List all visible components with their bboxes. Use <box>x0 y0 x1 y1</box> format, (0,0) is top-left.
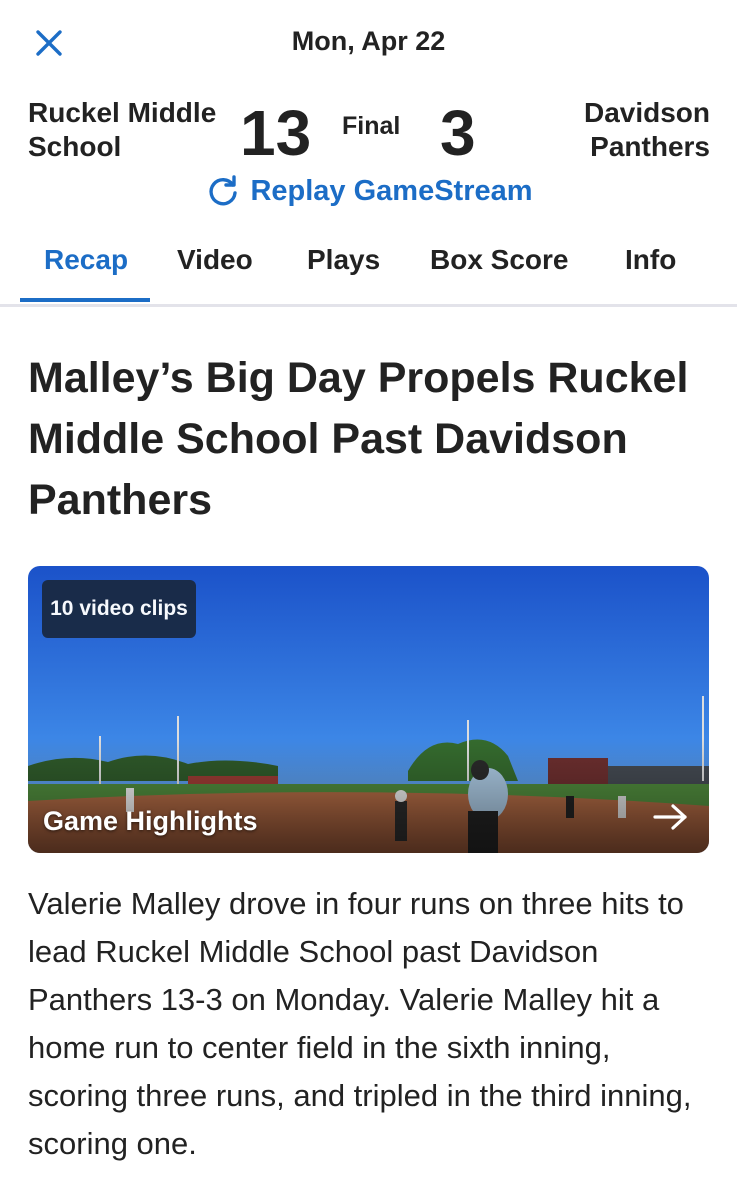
recap-body: Valerie Malley drove in four runs on thr… <box>28 886 692 1161</box>
scoreboard: Ruckel Middle School 13 Final 3 Davidson… <box>0 86 737 226</box>
away-team-score: 3 <box>440 97 476 169</box>
tab-info[interactable]: Info <box>625 244 676 276</box>
arrow-right-icon <box>653 804 687 830</box>
replay-gamestream-link[interactable]: Replay GameStream <box>0 172 737 218</box>
away-team-name[interactable]: Davidson Panthers <box>510 96 710 164</box>
article-headline: Malley’s Big Day Propels Ruckel Middle S… <box>28 354 689 524</box>
tab-box-score[interactable]: Box Score <box>430 244 569 276</box>
home-team-name[interactable]: Ruckel Middle School <box>28 96 228 164</box>
video-highlights-card[interactable]: 10 video clips Game Highlights <box>28 566 709 853</box>
home-team-score: 13 <box>240 97 312 169</box>
active-tab-indicator <box>20 298 150 302</box>
video-clip-count-badge: 10 video clips <box>42 580 196 638</box>
refresh-icon <box>209 175 238 206</box>
video-title: Game Highlights <box>43 806 258 836</box>
game-status: Final <box>342 112 401 140</box>
tab-recap[interactable]: Recap <box>44 244 128 276</box>
tab-plays[interactable]: Plays <box>307 244 380 276</box>
game-date: Mon, Apr 22 <box>291 26 446 56</box>
tab-video[interactable]: Video <box>177 244 253 276</box>
tab-bar: Recap Video Plays Box Score Info <box>0 228 737 307</box>
top-bar: Mon, Apr 22 <box>0 0 737 86</box>
replay-label: Replay GameStream <box>250 174 533 207</box>
